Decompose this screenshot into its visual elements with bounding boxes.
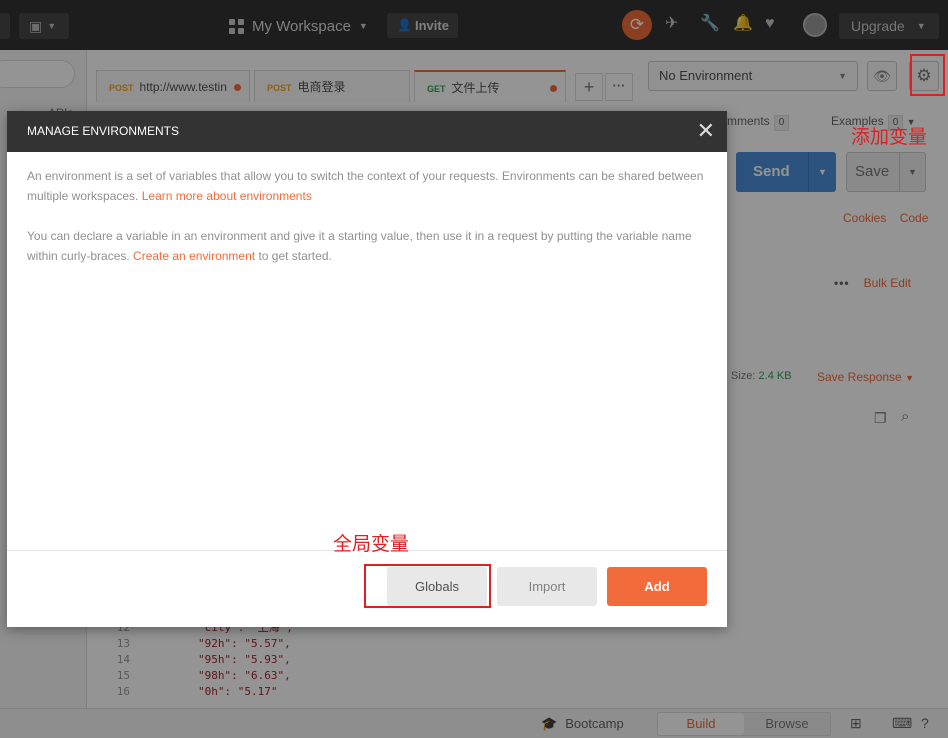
gear-highlight-box — [910, 54, 945, 96]
close-icon[interactable]: ✕ — [697, 111, 715, 151]
create-environment-link[interactable]: Create an environment — [133, 249, 255, 263]
modal-body: An environment is a set of variables tha… — [7, 152, 727, 266]
modal-title: MANAGE ENVIRONMENTS — [27, 124, 180, 138]
intro-text: An environment is a set of variables tha… — [27, 169, 704, 203]
globals-highlight-box — [364, 564, 491, 608]
usage-text: You can declare a variable in an environ… — [27, 229, 692, 263]
import-button[interactable]: Import — [497, 567, 597, 606]
intro-paragraph: An environment is a set of variables tha… — [27, 166, 707, 206]
modal-header: MANAGE ENVIRONMENTS ✕ — [7, 111, 727, 152]
usage-tail-text: to get started. — [255, 249, 332, 263]
global-variable-annotation: 全局变量 — [333, 534, 410, 555]
learn-more-link[interactable]: Learn more about environments — [142, 189, 312, 203]
add-variable-annotation: 添加变量 — [851, 127, 928, 148]
usage-paragraph: You can declare a variable in an environ… — [27, 226, 707, 266]
add-button[interactable]: Add — [607, 567, 707, 606]
